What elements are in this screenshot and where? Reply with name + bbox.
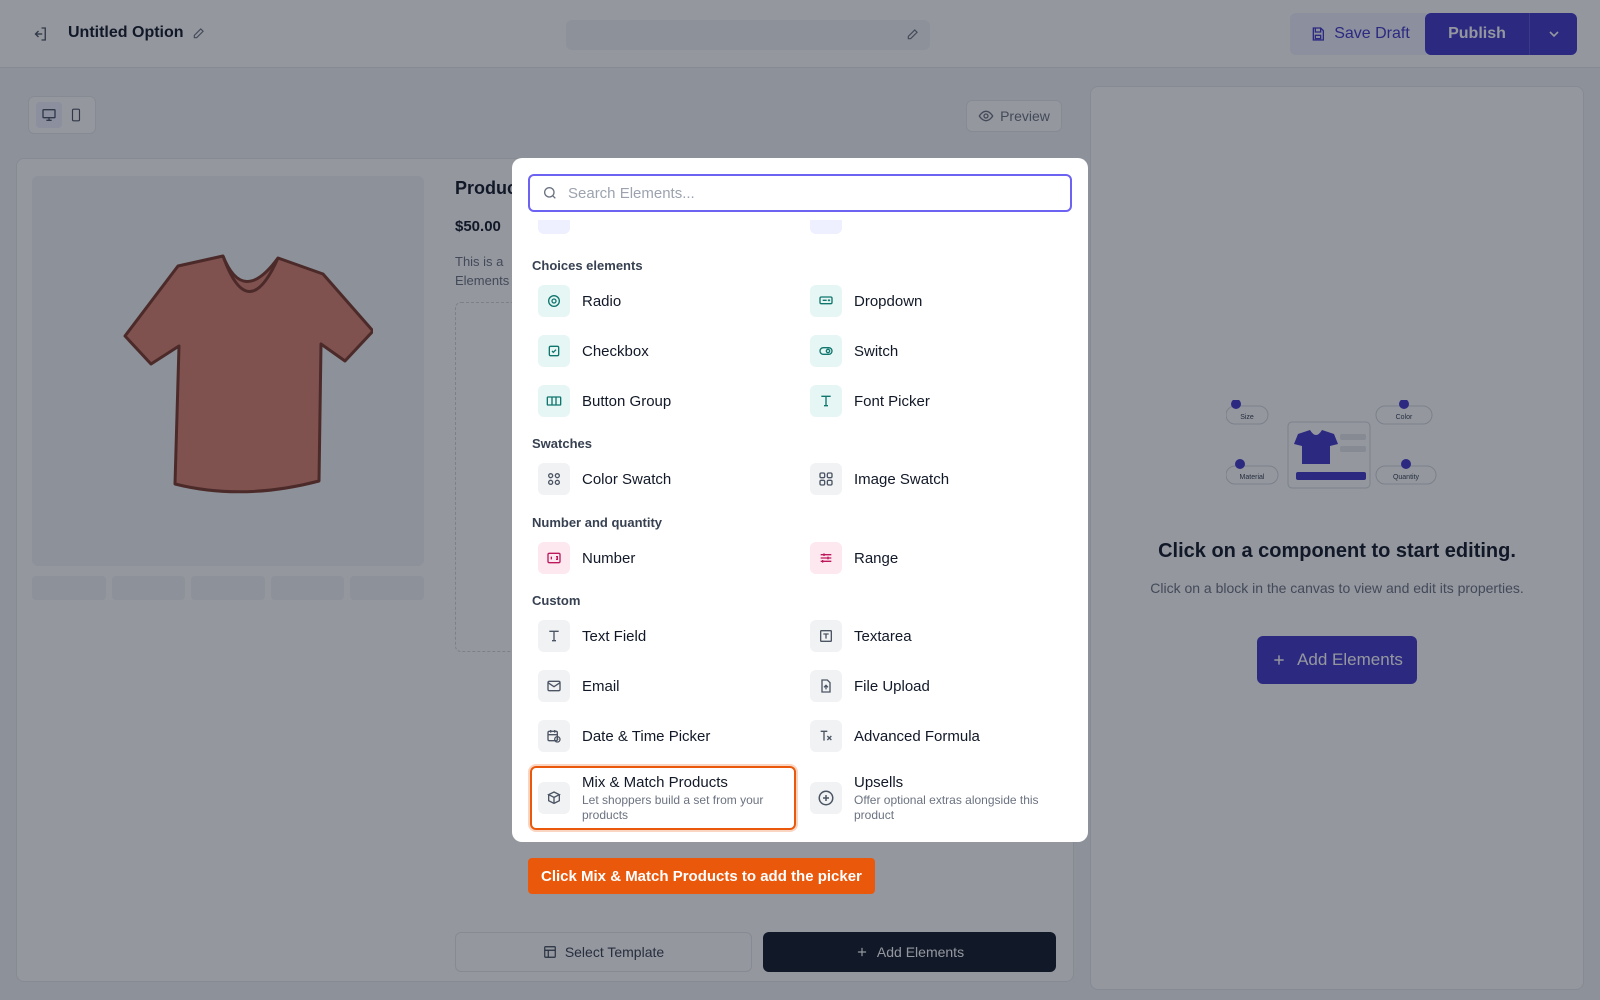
element-label: Radio: [582, 292, 622, 310]
element-item-switch[interactable]: Switch: [804, 331, 1070, 371]
section-label-custom: Custom: [532, 593, 581, 608]
element-item-button-group[interactable]: Button Group: [532, 381, 798, 421]
section-label-number: Number and quantity: [532, 515, 663, 530]
radio-icon: [538, 285, 570, 317]
mix-match-icon: [538, 782, 570, 814]
formula-icon: [810, 720, 842, 752]
upsells-icon: [810, 782, 842, 814]
element-label: Mix & Match Products: [582, 773, 728, 791]
element-item-checkbox[interactable]: Checkbox: [532, 331, 798, 371]
number-icon: [538, 542, 570, 574]
partial-item-icon[interactable]: [538, 220, 570, 234]
search-box[interactable]: [528, 174, 1072, 212]
search-icon: [544, 187, 556, 199]
section-label-choices: Choices elements: [532, 258, 643, 273]
date-time-icon: [538, 720, 570, 752]
image-swatch-icon: [810, 463, 842, 495]
partial-item-icon[interactable]: [810, 220, 842, 234]
textarea-icon: [810, 620, 842, 652]
element-item-radio[interactable]: Radio: [532, 281, 798, 321]
text-field-icon: [538, 620, 570, 652]
element-description: Let shoppers build a set from your produ…: [582, 792, 764, 822]
element-label: Font Picker: [854, 392, 930, 410]
button-group-icon: [538, 385, 570, 417]
add-elements-modal: Choices elements Radio Dropdown Checkbox…: [512, 158, 1088, 842]
element-label: Text Field: [582, 627, 647, 645]
checkbox-icon: [538, 335, 570, 367]
search-input[interactable]: [568, 184, 1070, 202]
element-item-text-field[interactable]: Text Field: [532, 616, 798, 656]
element-label: Button Group: [582, 392, 672, 410]
element-item-dropdown[interactable]: Dropdown: [804, 281, 1070, 321]
switch-icon: [810, 335, 842, 367]
element-item-email[interactable]: Email: [532, 666, 798, 706]
element-item-number[interactable]: Number: [532, 538, 798, 578]
dropdown-icon: [810, 285, 842, 317]
section-label-swatches: Swatches: [532, 436, 592, 451]
file-upload-icon: [810, 670, 842, 702]
element-item-upsells[interactable]: Upsells Offer optional extras alongside …: [804, 766, 1070, 830]
element-label: Range: [854, 549, 899, 567]
element-label: Date & Time Picker: [582, 727, 711, 745]
element-label: Color Swatch: [582, 470, 672, 488]
element-label: Checkbox: [582, 342, 649, 360]
element-label: Image Swatch: [854, 470, 950, 488]
element-label: Email: [582, 677, 620, 695]
email-icon: [538, 670, 570, 702]
color-swatch-icon: [538, 463, 570, 495]
element-description: Offer optional extras alongside this pro…: [854, 792, 1039, 822]
font-picker-icon: [810, 385, 842, 417]
element-item-font-picker[interactable]: Font Picker: [804, 381, 1070, 421]
element-item-advanced-formula[interactable]: Advanced Formula: [804, 716, 1070, 756]
element-item-file-upload[interactable]: File Upload: [804, 666, 1070, 706]
element-label: Switch: [854, 342, 899, 360]
element-item-image-swatch[interactable]: Image Swatch: [804, 459, 1070, 499]
element-item-date-time-picker[interactable]: Date & Time Picker: [532, 716, 798, 756]
element-label: Upsells: [854, 773, 904, 791]
element-label: Advanced Formula: [854, 727, 980, 745]
element-label: Dropdown: [854, 292, 923, 310]
elements-list: Choices elements Radio Dropdown Checkbox…: [512, 220, 1088, 842]
element-item-textarea[interactable]: Textarea: [804, 616, 1070, 656]
element-item-mix-match-products[interactable]: Mix & Match Products Let shoppers build …: [530, 766, 796, 830]
range-icon: [810, 542, 842, 574]
element-item-color-swatch[interactable]: Color Swatch: [532, 459, 798, 499]
guide-tooltip: Click Mix & Match Products to add the pi…: [528, 858, 875, 894]
element-label: Number: [582, 549, 636, 567]
element-item-range[interactable]: Range: [804, 538, 1070, 578]
element-label: Textarea: [854, 627, 912, 645]
element-label: File Upload: [854, 677, 930, 695]
